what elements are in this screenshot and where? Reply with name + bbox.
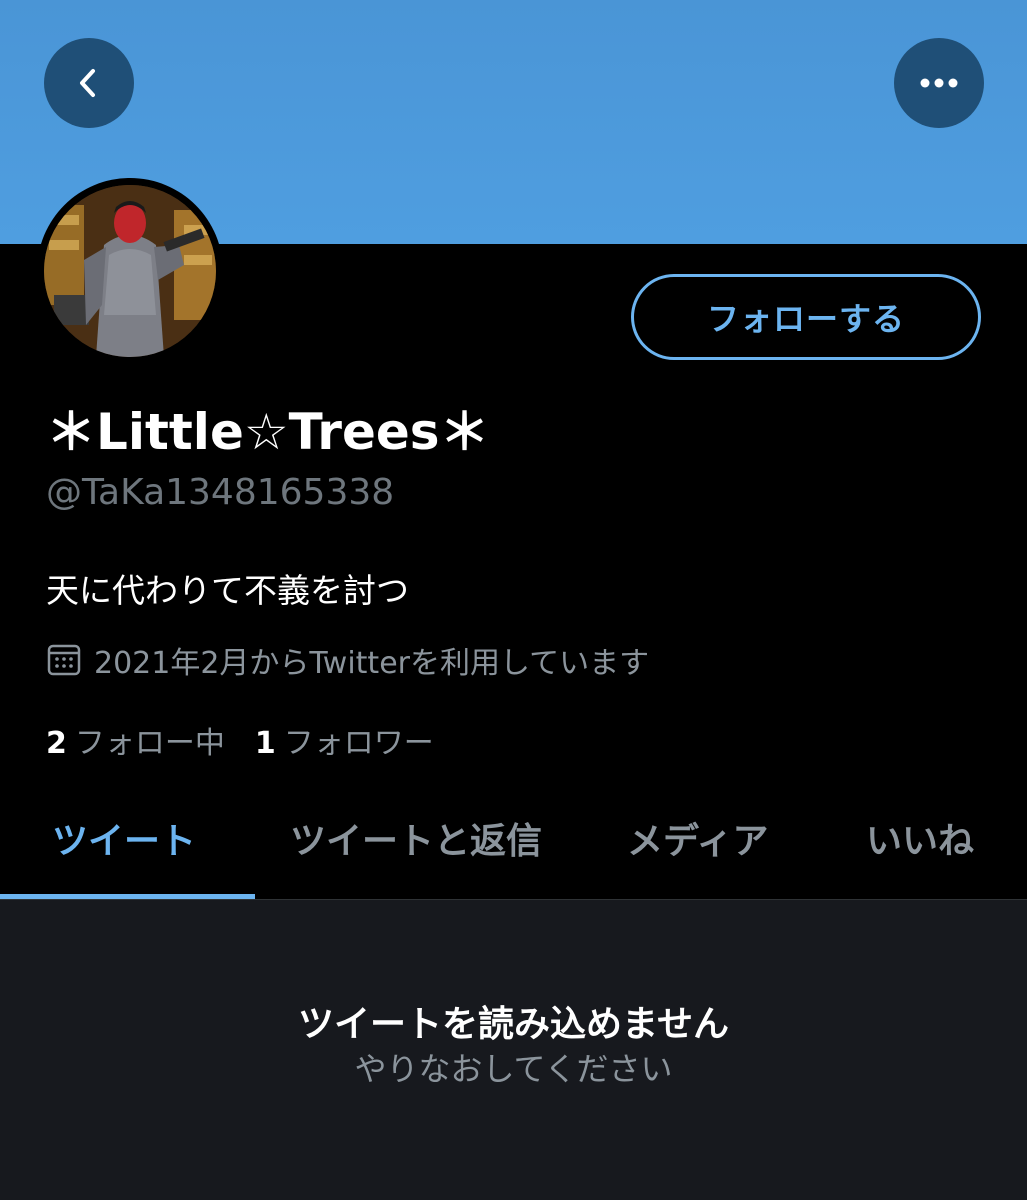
following-link[interactable]: 2 フォロー中 — [46, 718, 225, 762]
error-title: ツイートを読み込めません — [298, 1004, 729, 1045]
more-options-button[interactable] — [894, 38, 984, 128]
ellipsis-icon — [920, 78, 958, 88]
following-label: フォロー中 — [74, 726, 225, 761]
chevron-left-icon — [80, 69, 95, 97]
back-button[interactable] — [44, 38, 134, 128]
tab-media[interactable]: メディア — [627, 812, 768, 864]
display-name: ＊Little☆Trees＊ — [46, 403, 490, 461]
join-date: 2021年2月からTwitterを利用しています — [46, 640, 650, 681]
following-count: 2 — [46, 726, 67, 761]
user-handle: @TaKa1348165338 — [46, 472, 395, 513]
avatar-image — [44, 185, 216, 357]
followers-link[interactable]: 1 フォロワー — [255, 718, 434, 762]
tab-tweets-and-replies[interactable]: ツイートと返信 — [290, 812, 542, 864]
avatar[interactable] — [44, 185, 216, 357]
profile-bio: 天に代わりて不義を討つ — [46, 571, 409, 610]
tab-tweets[interactable]: ツイート — [52, 812, 196, 864]
tab-likes[interactable]: いいね — [866, 812, 974, 864]
follow-stats: 2 フォロー中 1 フォロワー — [46, 718, 434, 762]
calendar-icon — [47, 644, 81, 676]
join-date-text: 2021年2月からTwitterを利用しています — [94, 646, 650, 681]
error-subtitle: やりなおしてください — [354, 1050, 673, 1088]
followers-count: 1 — [254, 726, 276, 761]
follow-button[interactable]: フォローする — [631, 274, 981, 360]
followers-label: フォロワー — [283, 726, 434, 761]
